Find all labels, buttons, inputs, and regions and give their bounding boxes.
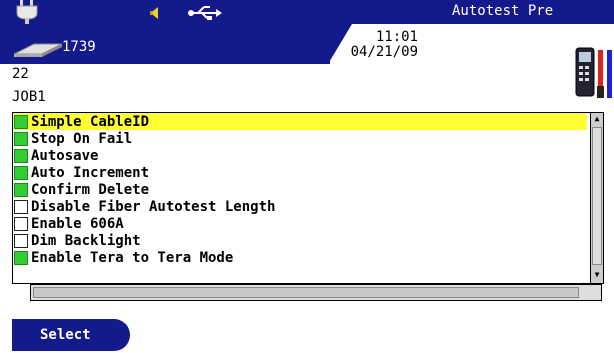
list-item-autosave[interactable]: Autosave: [13, 147, 587, 164]
clock: 11:01 04/21/09: [314, 30, 418, 60]
plug-icon: [16, 0, 38, 24]
list-item-disable-fiber-autotest-length[interactable]: Disable Fiber Autotest Length: [13, 198, 587, 215]
scroll-up-arrow-icon[interactable]: ▲: [592, 113, 602, 125]
list-item-stop-on-fail[interactable]: Stop On Fail: [13, 130, 587, 147]
list-item-confirm-delete[interactable]: Confirm Delete: [13, 181, 587, 198]
speaker-icon: [150, 7, 158, 19]
scroll-down-arrow-icon[interactable]: ▼: [592, 269, 602, 281]
drive-icon: [14, 43, 62, 57]
window-title: Autotest Pre: [452, 3, 554, 19]
list-item-enable-606a[interactable]: Enable 606A: [13, 215, 587, 232]
checkbox[interactable]: [14, 131, 28, 146]
usb-icon: [188, 6, 222, 20]
vertical-scrollbar[interactable]: ▲ ▼: [590, 112, 604, 284]
list-item-auto-increment[interactable]: Auto Increment: [13, 164, 587, 181]
checkbox[interactable]: [14, 233, 28, 248]
settings-list: Simple CableID Stop On Fail Autosave Aut…: [12, 112, 602, 284]
list-item-label: Auto Increment: [31, 164, 150, 181]
job-name: JOB1: [12, 89, 46, 105]
horizontal-scroll-thumb[interactable]: [33, 287, 579, 298]
checkbox[interactable]: [14, 216, 28, 231]
list-item-label: Disable Fiber Autotest Length: [31, 198, 276, 215]
id-line: 22: [12, 66, 29, 82]
list-item-label: Stop On Fail: [31, 130, 133, 147]
list-item-label: Simple CableID: [31, 113, 150, 130]
list-item-label: Enable 606A: [31, 215, 124, 232]
checkbox[interactable]: [14, 199, 28, 214]
checkbox[interactable]: [14, 148, 28, 163]
list-item-label: Enable Tera to Tera Mode: [31, 249, 234, 266]
time: 11:01: [375, 29, 418, 45]
list-item-dim-backlight[interactable]: Dim Backlight: [13, 232, 587, 249]
list-item-label: Autosave: [31, 147, 99, 164]
header: Autotest Pre 1739 11:01 04/21/09 22 JOB1: [0, 0, 614, 112]
list-item-enable-tera-to-tera-mode[interactable]: Enable Tera to Tera Mode: [13, 249, 587, 266]
select-softkey[interactable]: Select: [12, 319, 130, 351]
vertical-scroll-thumb[interactable]: [592, 127, 602, 265]
list-item-simple-cableid[interactable]: Simple CableID: [13, 113, 587, 130]
checkbox[interactable]: [14, 165, 28, 180]
horizontal-scrollbar[interactable]: [30, 284, 602, 301]
date: 04/21/09: [350, 44, 418, 60]
storage-count: 1739: [62, 39, 96, 55]
checkbox[interactable]: [14, 182, 28, 197]
checkbox[interactable]: [14, 114, 28, 129]
checkbox[interactable]: [14, 250, 28, 265]
cable-tester-icon: [575, 47, 612, 98]
list-item-label: Confirm Delete: [31, 181, 150, 198]
list-item-label: Dim Backlight: [31, 232, 141, 249]
